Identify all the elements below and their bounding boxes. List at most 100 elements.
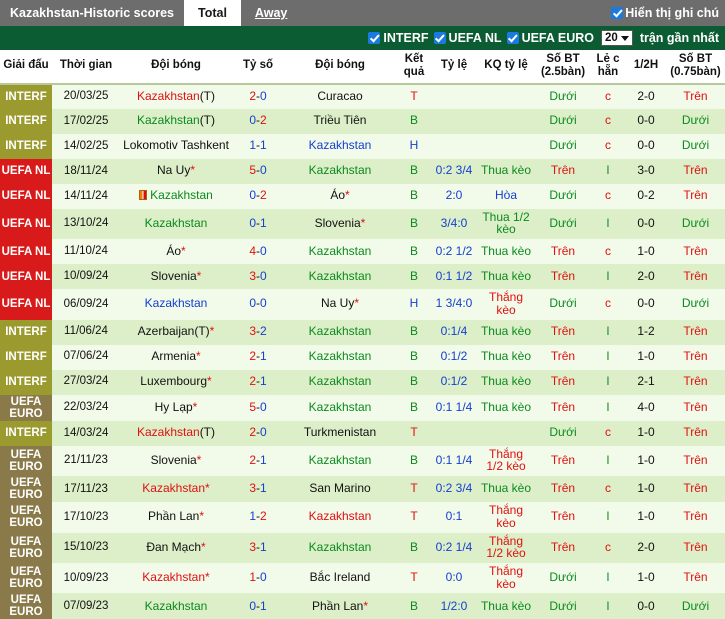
match-score[interactable]: 0-2: [232, 183, 284, 209]
league-badge[interactable]: UEFA NL: [0, 289, 52, 320]
checkbox-icon[interactable]: [611, 7, 624, 19]
away-team[interactable]: Kazakhstan: [284, 264, 396, 290]
home-team[interactable]: Kazakhstan: [120, 183, 232, 209]
away-team[interactable]: Kazakhstan: [284, 239, 396, 265]
home-team[interactable]: Hy Lạp*: [120, 394, 232, 421]
table-row[interactable]: UEFA EURO 17/11/23 Kazakhstan* 3-1 San Marin…: [0, 476, 725, 503]
home-team[interactable]: Kazakhstan: [120, 289, 232, 320]
col-time[interactable]: Thời gian: [52, 50, 120, 85]
col-home-team[interactable]: Đội bóng: [120, 50, 232, 85]
filter-uefa-nl[interactable]: UEFA NL: [433, 31, 502, 45]
away-team[interactable]: Kazakhstan: [284, 344, 396, 370]
away-team[interactable]: Na Uy*: [284, 289, 396, 320]
league-badge[interactable]: UEFA NL: [0, 264, 52, 290]
table-row[interactable]: UEFA EURO 17/10/23 Phần Lan* 1-2 Kazakhstan T…: [0, 502, 725, 533]
away-team[interactable]: Kazakhstan: [284, 158, 396, 184]
filter-uefa-euro[interactable]: UEFA EURO: [506, 31, 594, 45]
league-badge[interactable]: UEFA EURO: [0, 593, 52, 619]
league-badge[interactable]: UEFA EURO: [0, 502, 52, 533]
table-row[interactable]: UEFA NL 06/09/24 Kazakhstan 0-0 Na Uy* H 1 3/4…: [0, 289, 725, 320]
col-over-under-25[interactable]: Số BT (2.5bàn): [536, 50, 590, 85]
away-team[interactable]: Kazakhstan: [284, 445, 396, 477]
home-team[interactable]: Kazakhstan(T): [120, 108, 232, 134]
match-score[interactable]: 0-2: [232, 108, 284, 134]
table-row[interactable]: INTERF 27/03/24 Luxembourg* 2-1 Kazakhstan B 0…: [0, 369, 725, 395]
table-row[interactable]: UEFA NL 13/10/24 Kazakhstan 0-1 Slovenia* B 3/…: [0, 208, 725, 240]
home-team[interactable]: Armenia*: [120, 344, 232, 370]
league-badge[interactable]: INTERF: [0, 319, 52, 345]
away-team[interactable]: Kazakhstan: [284, 133, 396, 159]
league-badge[interactable]: INTERF: [0, 420, 52, 446]
away-team[interactable]: San Marino: [284, 476, 396, 503]
away-team[interactable]: Kazakhstan: [284, 394, 396, 421]
table-row[interactable]: UEFA EURO 21/11/23 Slovenia* 2-1 Kazakhstan B…: [0, 445, 725, 477]
show-notes-toggle[interactable]: Hiển thị ghi chú: [611, 0, 725, 26]
match-score[interactable]: 0-1: [232, 208, 284, 240]
table-row[interactable]: UEFA NL 10/09/24 Slovenia* 3-0 Kazakhstan B 0:…: [0, 264, 725, 290]
tab-away[interactable]: Away: [241, 0, 301, 26]
home-team[interactable]: Slovenia*: [120, 264, 232, 290]
tab-total[interactable]: Total: [183, 0, 241, 26]
away-team[interactable]: Áo*: [284, 183, 396, 209]
match-score[interactable]: 2-1: [232, 344, 284, 370]
filter-interf[interactable]: INTERF: [368, 31, 429, 45]
match-score[interactable]: 1-2: [232, 502, 284, 533]
home-team[interactable]: Luxembourg*: [120, 369, 232, 395]
league-badge[interactable]: INTERF: [0, 133, 52, 159]
table-row[interactable]: UEFA EURO 15/10/23 Đan Mạch* 3-1 Kazakhstan B…: [0, 532, 725, 563]
league-badge[interactable]: UEFA EURO: [0, 532, 52, 563]
match-score[interactable]: 5-0: [232, 394, 284, 421]
table-row[interactable]: UEFA EURO 07/09/23 Kazakhstan 0-1 Phần Lan* B…: [0, 593, 725, 619]
match-score[interactable]: 5-0: [232, 158, 284, 184]
col-league[interactable]: Giải đấu: [0, 50, 52, 85]
match-count-select[interactable]: 20: [601, 30, 633, 46]
table-row[interactable]: UEFA EURO 22/03/24 Hy Lạp* 5-0 Kazakhstan B 0:…: [0, 394, 725, 421]
table-row[interactable]: INTERF 14/03/24 Kazakhstan(T) 2-0 Turkmenist…: [0, 420, 725, 446]
home-team[interactable]: Kazakhstan*: [120, 476, 232, 503]
checkbox-icon[interactable]: [506, 32, 519, 44]
col-away-team[interactable]: Đội bóng: [284, 50, 396, 85]
league-badge[interactable]: INTERF: [0, 108, 52, 134]
match-score[interactable]: 2-0: [232, 420, 284, 446]
home-team[interactable]: Azerbaijan(T)*: [120, 319, 232, 345]
league-badge[interactable]: INTERF: [0, 83, 52, 109]
home-team[interactable]: Đan Mạch*: [120, 532, 232, 563]
home-team[interactable]: Phần Lan*: [120, 502, 232, 533]
league-badge[interactable]: UEFA EURO: [0, 394, 52, 421]
table-row[interactable]: INTERF 20/03/25 Kazakhstan(T) 2-0 Curacao T Dư…: [0, 83, 725, 109]
col-odds[interactable]: Tỷ lệ: [432, 50, 476, 85]
away-team[interactable]: Kazakhstan: [284, 532, 396, 563]
match-score[interactable]: 1-1: [232, 133, 284, 159]
match-score[interactable]: 2-1: [232, 369, 284, 395]
league-badge[interactable]: UEFA NL: [0, 183, 52, 209]
home-team[interactable]: Lokomotiv Tashkent: [120, 133, 232, 159]
away-team[interactable]: Triều Tiên: [284, 108, 396, 134]
away-team[interactable]: Curacao: [284, 83, 396, 109]
match-score[interactable]: 3-0: [232, 264, 284, 290]
home-team[interactable]: Slovenia*: [120, 445, 232, 477]
away-team[interactable]: Kazakhstan: [284, 502, 396, 533]
checkbox-icon[interactable]: [433, 32, 446, 44]
col-odd-even[interactable]: Lẻ c hẵn: [590, 50, 626, 85]
match-score[interactable]: 3-2: [232, 319, 284, 345]
home-team[interactable]: Áo*: [120, 239, 232, 265]
match-score[interactable]: 3-1: [232, 532, 284, 563]
league-badge[interactable]: UEFA EURO: [0, 445, 52, 477]
home-team[interactable]: Kazakhstan: [120, 208, 232, 240]
league-badge[interactable]: UEFA NL: [0, 239, 52, 265]
away-team[interactable]: Slovenia*: [284, 208, 396, 240]
match-score[interactable]: 2-1: [232, 445, 284, 477]
table-row[interactable]: INTERF 07/06/24 Armenia* 2-1 Kazakhstan B 0:1/…: [0, 344, 725, 370]
table-row[interactable]: UEFA NL 11/10/24 Áo* 4-0 Kazakhstan B 0:2 1/2 T…: [0, 239, 725, 265]
col-odds-result[interactable]: KQ tỷ lệ: [476, 50, 536, 85]
table-row[interactable]: INTERF 11/06/24 Azerbaijan(T)* 3-2 Kazakhsta…: [0, 319, 725, 345]
home-team[interactable]: Kazakhstan(T): [120, 420, 232, 446]
table-row[interactable]: INTERF 14/02/25 Lokomotiv Tashkent 1-1 Kazak…: [0, 133, 725, 159]
away-team[interactable]: Turkmenistan: [284, 420, 396, 446]
league-badge[interactable]: INTERF: [0, 344, 52, 370]
league-badge[interactable]: INTERF: [0, 369, 52, 395]
checkbox-icon[interactable]: [368, 32, 381, 44]
match-score[interactable]: 0-1: [232, 593, 284, 619]
home-team[interactable]: Kazakhstan: [120, 593, 232, 619]
match-score[interactable]: 3-1: [232, 476, 284, 503]
